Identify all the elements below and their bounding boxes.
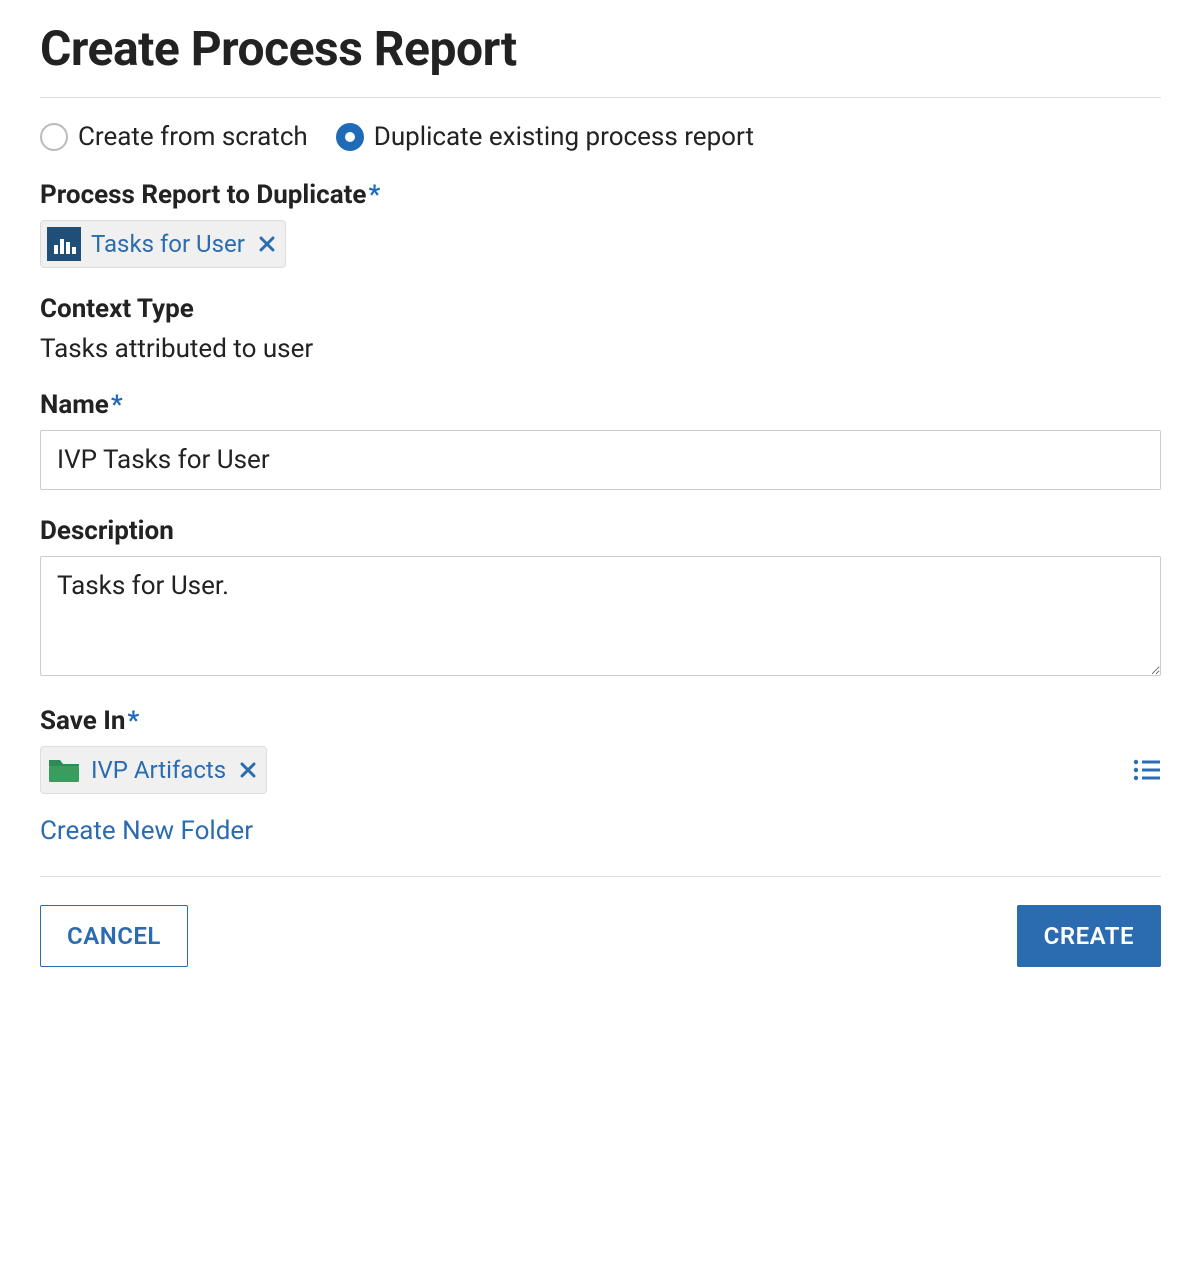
radio-from-scratch-label: Create from scratch	[78, 122, 308, 152]
field-save-in: Save In* IVP Artifacts	[40, 706, 1161, 846]
description-textarea[interactable]	[40, 556, 1161, 676]
create-new-folder-link[interactable]: Create New Folder	[40, 816, 253, 846]
duplicate-source-label: Process Report to Duplicate*	[40, 180, 1161, 210]
field-description: Description	[40, 516, 1161, 680]
radio-selected-icon	[336, 123, 364, 151]
create-button[interactable]: CREATE	[1017, 905, 1161, 967]
header-divider	[40, 97, 1161, 98]
list-icon	[1133, 758, 1161, 782]
save-in-label: Save In*	[40, 706, 1161, 736]
save-in-token-label: IVP Artifacts	[91, 756, 226, 784]
radio-duplicate-existing[interactable]: Duplicate existing process report	[336, 122, 754, 152]
radio-duplicate-label: Duplicate existing process report	[374, 122, 754, 152]
duplicate-source-token-label: Tasks for User	[91, 230, 245, 258]
name-input[interactable]	[40, 430, 1161, 490]
close-icon	[240, 762, 256, 778]
duplicate-source-token[interactable]: Tasks for User	[40, 220, 286, 268]
description-label: Description	[40, 516, 1161, 546]
cancel-button[interactable]: CANCEL	[40, 905, 188, 967]
bar-chart-icon	[47, 227, 81, 261]
name-label: Name*	[40, 390, 1161, 420]
creation-mode-radio-group: Create from scratch Duplicate existing p…	[40, 122, 1161, 152]
field-name: Name*	[40, 390, 1161, 490]
footer-divider	[40, 876, 1161, 877]
browse-list-button[interactable]	[1133, 758, 1161, 782]
page-title: Create Process Report	[40, 20, 1161, 77]
required-asterisk: *	[127, 706, 139, 736]
remove-save-in-token-button[interactable]	[240, 762, 256, 778]
required-asterisk: *	[111, 390, 123, 420]
context-type-value: Tasks attributed to user	[40, 334, 1161, 364]
radio-unselected-icon	[40, 123, 68, 151]
required-asterisk: *	[368, 180, 380, 210]
field-duplicate-source: Process Report to Duplicate* Tasks for U…	[40, 180, 1161, 268]
folder-icon	[47, 753, 81, 787]
context-type-label: Context Type	[40, 294, 1161, 324]
save-in-token[interactable]: IVP Artifacts	[40, 746, 267, 794]
radio-create-from-scratch[interactable]: Create from scratch	[40, 122, 308, 152]
field-context-type: Context Type Tasks attributed to user	[40, 294, 1161, 364]
close-icon	[259, 236, 275, 252]
dialog-button-row: CANCEL CREATE	[40, 905, 1161, 967]
remove-duplicate-token-button[interactable]	[259, 236, 275, 252]
